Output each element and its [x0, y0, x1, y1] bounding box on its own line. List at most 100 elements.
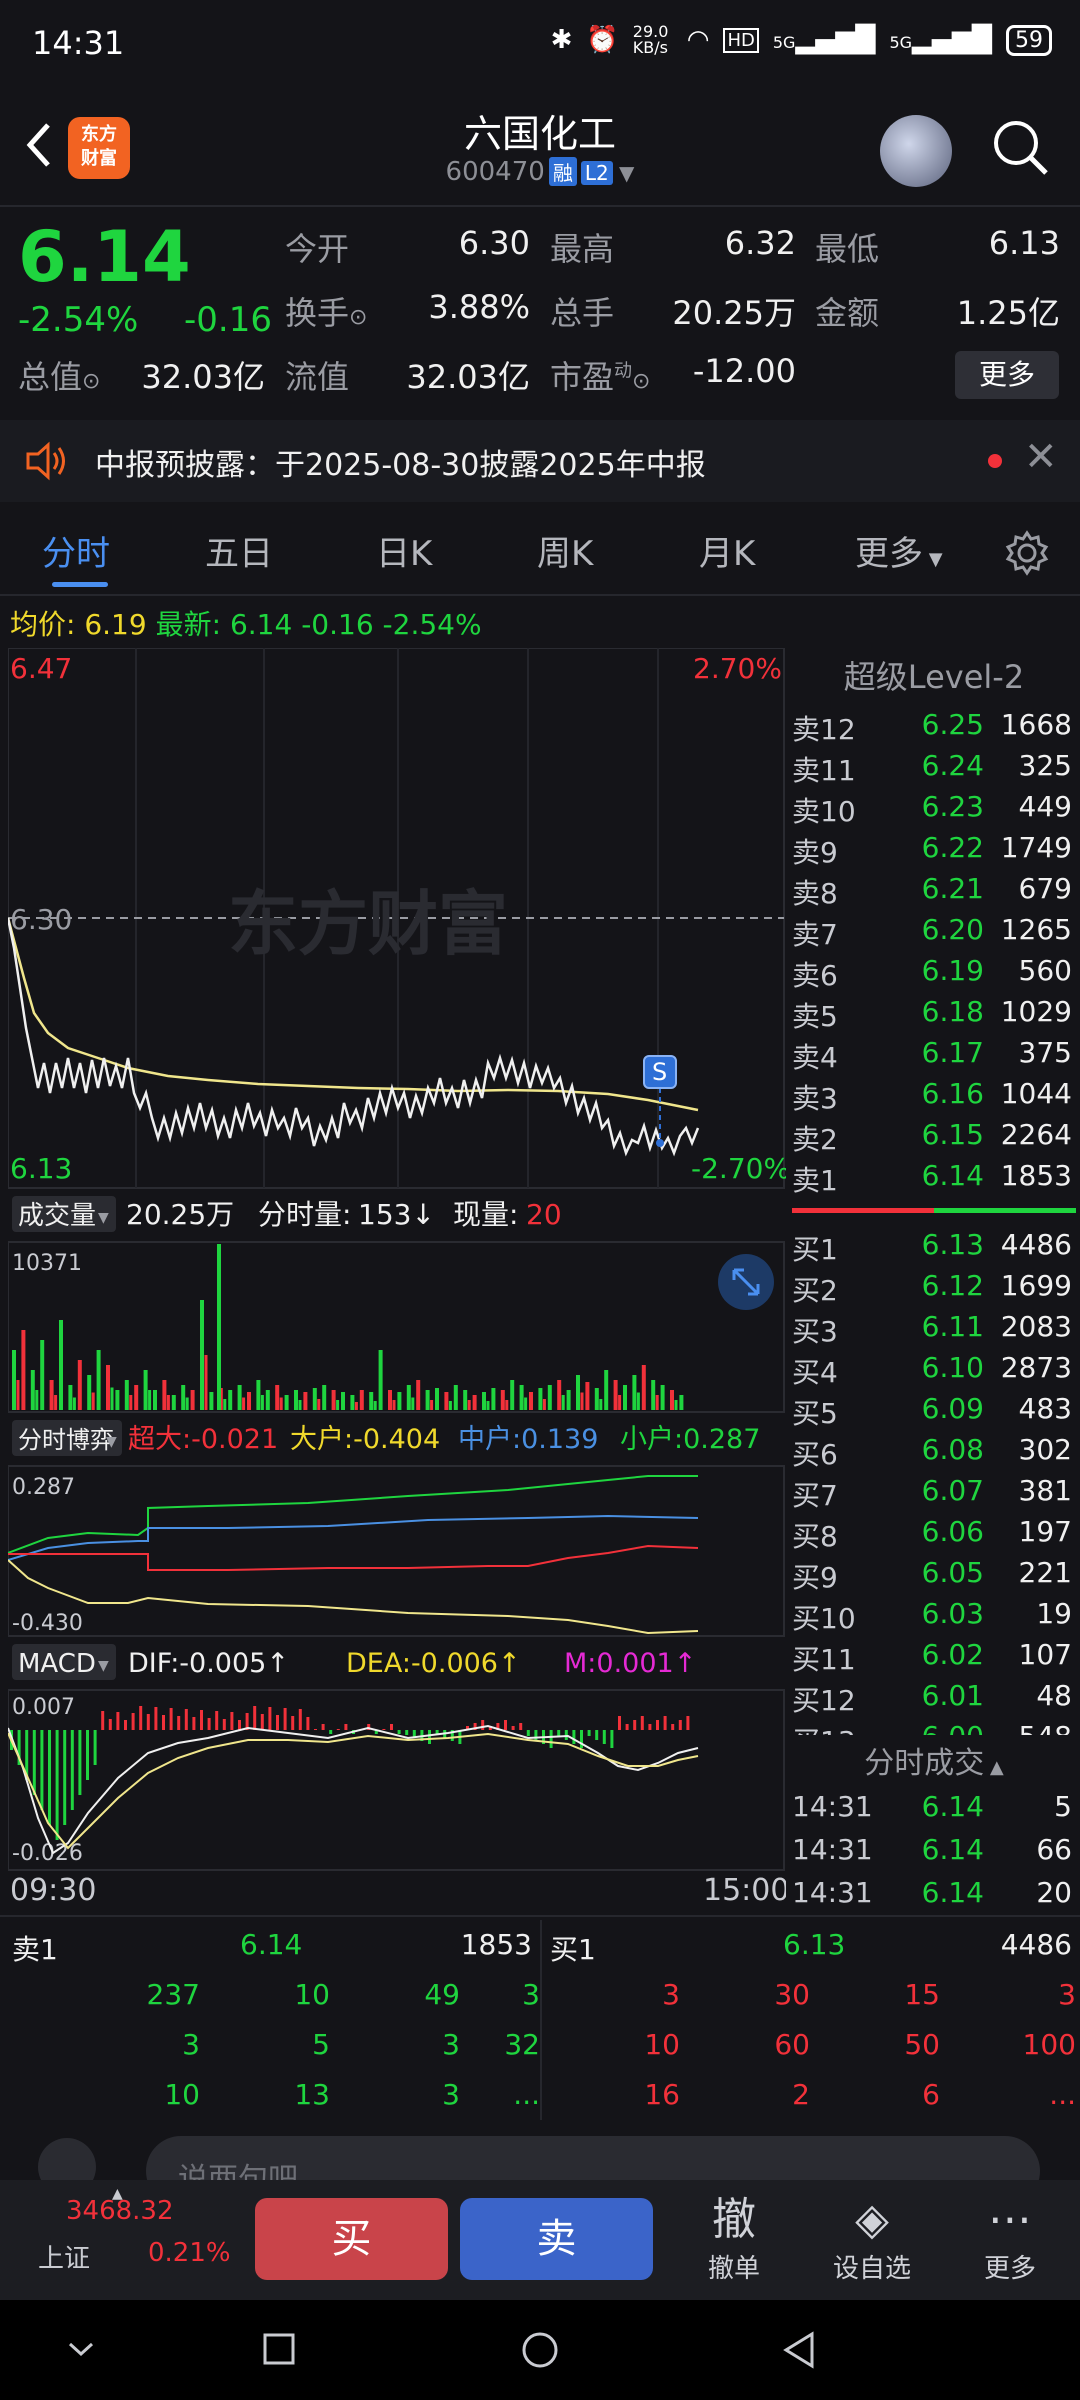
- volume-bar: [30, 1370, 35, 1410]
- volume-bar: [317, 1399, 321, 1410]
- index-widget[interactable]: 3468.32 上证 0.21% ▲: [20, 2186, 240, 2296]
- volume-bar: [256, 1380, 261, 1410]
- ticks-title[interactable]: 分时成交 ▲: [788, 1738, 1080, 1782]
- active-tab-indicator: [52, 582, 108, 587]
- alarm-icon: ⏰: [586, 25, 619, 55]
- tick-volume: 66: [1036, 1833, 1072, 1866]
- macd-bar: [405, 1730, 409, 1735]
- macd-bar: [519, 1723, 523, 1730]
- time-start: 09:30: [10, 1873, 96, 1908]
- macd-bar: [321, 1724, 325, 1730]
- order-book[interactable]: 超级Level-2 卖12 6.25 1668 卖11 6.24 325 卖10 6.23 44…: [788, 650, 1080, 1912]
- volume-bar: [275, 1385, 280, 1410]
- volume-bar: [331, 1390, 336, 1410]
- tab-daily-k[interactable]: 日K: [376, 526, 432, 575]
- tab-weekly-k[interactable]: 周K: [537, 526, 593, 575]
- macd-bar: [276, 1715, 279, 1730]
- bid-row[interactable]: 买3 6.11 2083: [792, 1310, 1076, 1350]
- volume-bar: [185, 1397, 189, 1410]
- volume-bar: [618, 1395, 622, 1410]
- comment-input[interactable]: 说两句吧: [146, 2136, 1040, 2180]
- bid-row[interactable]: 买1 6.13 4486: [792, 1228, 1076, 1268]
- nav-down-icon[interactable]: [66, 2334, 96, 2364]
- bid-row[interactable]: 买12 6.01 48: [792, 1679, 1076, 1719]
- volume-bar: [181, 1385, 186, 1410]
- divider: [0, 205, 1080, 207]
- bid-price: 6.10: [921, 1351, 984, 1384]
- bid-row[interactable]: 买7 6.07 381: [792, 1474, 1076, 1514]
- bid-row[interactable]: 买2 6.12 1699: [792, 1269, 1076, 1309]
- bid-row[interactable]: 买8 6.06 197: [792, 1515, 1076, 1555]
- latest-value: 6.14: [229, 608, 293, 641]
- bid-price: 6.11: [921, 1310, 984, 1343]
- bid-row[interactable]: 买11 6.02 107: [792, 1638, 1076, 1678]
- volume-bar: [72, 1397, 76, 1410]
- tab-five-day[interactable]: 五日: [205, 526, 273, 575]
- bid-volume: 548: [1019, 1720, 1072, 1735]
- notice-bar[interactable]: 中报预披露：于2025-08-30披露2025年中报 ✕: [0, 420, 1080, 502]
- macd-selector: MACD: [18, 1649, 96, 1679]
- more-menu-button[interactable]: ⋯ 更多: [960, 2192, 1060, 2285]
- cancel-order-button[interactable]: 撤 撤单: [684, 2192, 784, 2285]
- macd-bar: [207, 1718, 211, 1730]
- macd-bar: [116, 1712, 120, 1730]
- tab-more[interactable]: 更多 ▼: [855, 526, 943, 575]
- volume-bar: [510, 1380, 515, 1410]
- volume-bar: [557, 1380, 562, 1410]
- volume-bar: [91, 1392, 95, 1410]
- bid-queue-cell: ...: [1049, 2078, 1076, 2111]
- bid-level-label: 买5: [792, 1397, 838, 1430]
- more-button[interactable]: 更多: [955, 351, 1059, 399]
- bid-row[interactable]: 买5 6.09 483: [792, 1392, 1076, 1432]
- volume-bar: [166, 1395, 170, 1410]
- speaker-icon: [26, 441, 65, 481]
- volume-bar: [237, 1385, 242, 1410]
- bid-row[interactable]: 买13 6.00 548: [792, 1720, 1076, 1735]
- info-icon: ⊙: [349, 305, 368, 330]
- macd-bar: [70, 1730, 74, 1810]
- tick-vol-value: 153↓: [358, 1198, 435, 1231]
- settings-gear-icon[interactable]: [1004, 530, 1050, 576]
- bid-level-label: 买7: [792, 1479, 838, 1512]
- tab-intraday[interactable]: 分时: [42, 526, 110, 575]
- bid-row[interactable]: 买6 6.08 302: [792, 1433, 1076, 1473]
- volume-bar: [491, 1388, 496, 1410]
- nav-home-icon[interactable]: [520, 2330, 560, 2370]
- bid-level-label: 买8: [792, 1520, 838, 1553]
- volume-bar: [566, 1390, 571, 1410]
- ask-queue-cell: 49: [424, 1978, 460, 2011]
- macd-bar: [131, 1713, 135, 1730]
- volume-bar: [40, 1340, 45, 1410]
- comment-list-icon[interactable]: [38, 2138, 96, 2180]
- macd-bar: [32, 1730, 36, 1795]
- header: 东方财富 六国化工 600470 融 L2 ▼: [0, 95, 1080, 205]
- bid-row[interactable]: 买10 6.03 19: [792, 1597, 1076, 1637]
- caret-up-icon: ▲: [984, 1757, 1004, 1778]
- sell-button[interactable]: 卖: [460, 2198, 653, 2280]
- volume-bar: [369, 1392, 374, 1410]
- macd-bar: [222, 1719, 226, 1730]
- tab-monthly-k[interactable]: 月K: [699, 526, 755, 575]
- assistant-robot-icon[interactable]: [880, 115, 952, 187]
- bid-row[interactable]: 买9 6.05 221: [792, 1556, 1076, 1596]
- search-icon[interactable]: [990, 117, 1050, 177]
- add-watchlist-button[interactable]: ◈ 设自选: [822, 2192, 922, 2285]
- bid-price: 6.01: [921, 1679, 984, 1712]
- volume-bar: [21, 1330, 26, 1410]
- last-price: 6.14: [18, 216, 191, 298]
- buy-button[interactable]: 买: [255, 2198, 448, 2280]
- cancel-icon: 撤: [712, 2194, 756, 2245]
- close-icon[interactable]: ✕: [1024, 434, 1058, 480]
- volume-selector: 成交量: [18, 1201, 96, 1231]
- volume-bar: [463, 1390, 468, 1410]
- comment-bar[interactable]: 说两句吧: [0, 2120, 1080, 2180]
- bid-row[interactable]: 买4 6.10 2873: [792, 1351, 1076, 1391]
- bid-volume: 197: [1018, 1515, 1072, 1548]
- prev-close-label: 6.30: [10, 903, 72, 936]
- intraday-chart[interactable]: 东方财富 S 6.47 2.70% 6.30 6.13 -2.70% 成交量 ▼…: [8, 648, 786, 1910]
- bid-queue-cell: 15: [904, 1978, 940, 2011]
- volume-bar: [482, 1392, 486, 1410]
- volume-bar: [354, 1402, 358, 1410]
- nav-recents-icon[interactable]: [262, 2332, 296, 2366]
- nav-back-icon[interactable]: [780, 2330, 820, 2370]
